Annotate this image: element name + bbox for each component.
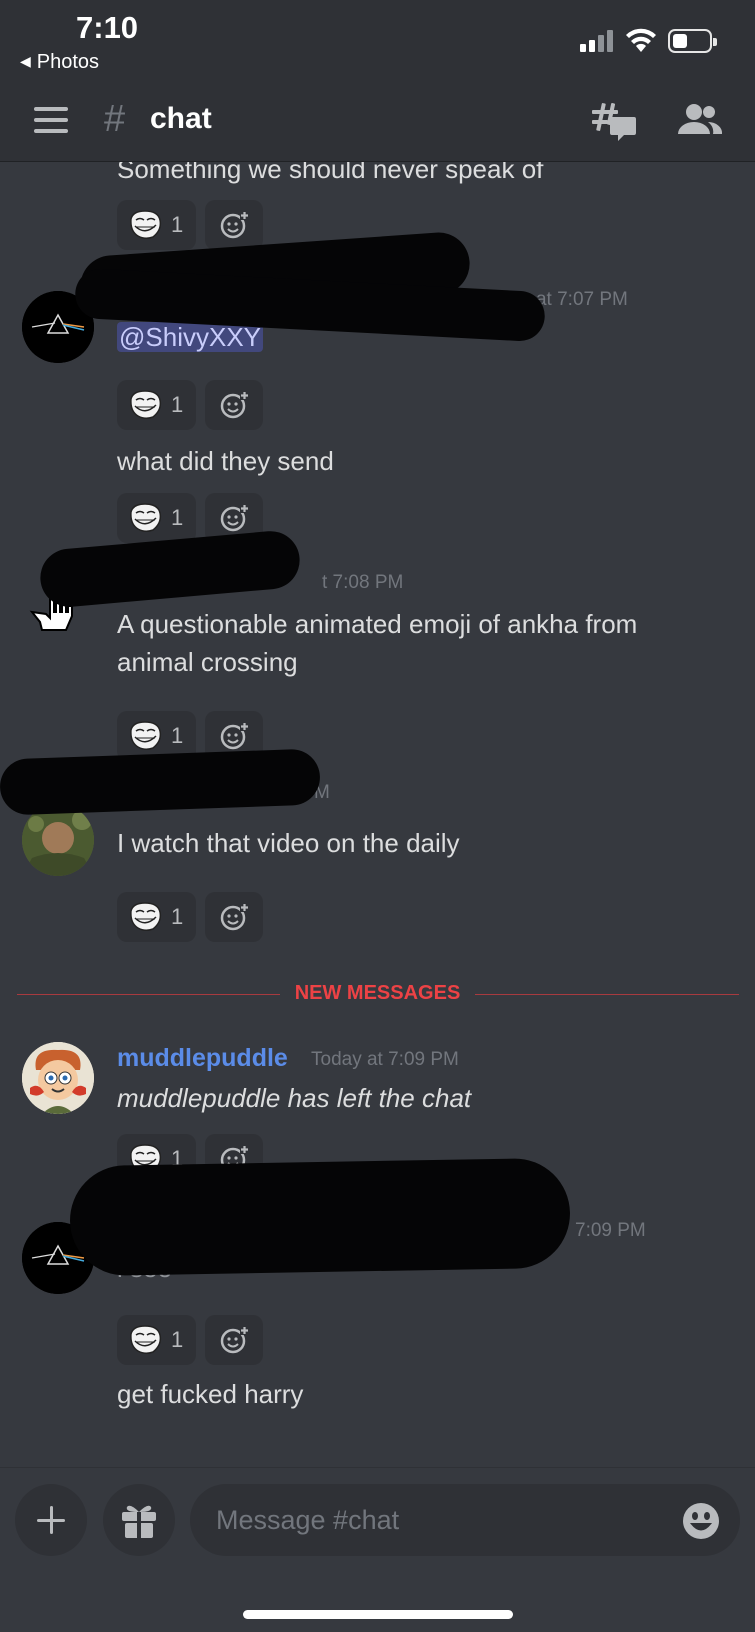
trollface-emoji-icon xyxy=(130,902,162,932)
username[interactable]: muddlepuddle xyxy=(117,1044,288,1073)
message-text: Something we should never speak of xyxy=(117,162,544,184)
message-timestamp: t 7:08 PM xyxy=(322,572,404,593)
reaction-trollface[interactable]: 1 xyxy=(117,200,196,250)
add-reaction-button[interactable] xyxy=(205,380,263,430)
battery-icon xyxy=(668,29,717,53)
trollface-emoji-icon xyxy=(130,503,162,533)
photo-avatar-icon xyxy=(22,804,94,876)
home-indicator[interactable] xyxy=(243,1610,513,1619)
add-reaction-icon xyxy=(220,722,249,750)
gift-icon xyxy=(122,1505,156,1538)
message-composer xyxy=(0,1467,755,1632)
status-time: 7:10 xyxy=(76,10,139,45)
add-reaction-icon xyxy=(220,211,249,239)
trollface-emoji-icon xyxy=(130,390,162,420)
trollface-emoji-icon xyxy=(130,210,162,240)
top-bar: 7:10 ◀ Photos # chat xyxy=(0,0,755,162)
back-to-photos[interactable]: ◀ Photos xyxy=(20,51,99,74)
reaction-count: 1 xyxy=(171,392,184,417)
add-reaction-icon xyxy=(220,1326,249,1354)
trollface-emoji-icon xyxy=(130,1325,162,1355)
channel-hash-icon: # xyxy=(104,98,126,140)
hamburger-menu-icon[interactable] xyxy=(34,107,68,133)
reaction-count: 1 xyxy=(171,505,184,530)
gift-button[interactable] xyxy=(103,1484,175,1556)
left-triangle-icon: ◀ xyxy=(20,53,31,69)
new-messages-label: NEW MESSAGES xyxy=(280,982,475,1005)
members-icon[interactable] xyxy=(678,104,722,136)
user-mention[interactable]: @ShivyXXY xyxy=(117,322,263,352)
redaction-scribble xyxy=(0,748,321,816)
reaction-trollface[interactable]: 1 xyxy=(117,1315,196,1365)
wifi-icon xyxy=(626,28,656,52)
back-label: Photos xyxy=(36,51,100,73)
reaction-trollface[interactable]: 1 xyxy=(117,892,196,942)
system-message-text: muddlepuddle has left the chat xyxy=(117,1083,472,1113)
message-timestamp: 7:09 PM xyxy=(575,1220,646,1241)
reaction-count: 1 xyxy=(171,212,184,237)
add-reaction-button[interactable] xyxy=(205,1315,263,1365)
channel-title[interactable]: chat xyxy=(150,102,212,136)
message-text-line: A questionable animated emoji of ankha f… xyxy=(117,609,638,639)
cartoon-avatar[interactable] xyxy=(22,1042,94,1114)
message-input[interactable] xyxy=(190,1484,740,1556)
cartoon-avatar-icon xyxy=(22,1042,94,1114)
message-text: I watch that video on the daily xyxy=(117,828,460,858)
add-reaction-button[interactable] xyxy=(205,892,263,942)
add-reaction-icon xyxy=(220,903,249,931)
reaction-count: 1 xyxy=(171,1327,184,1352)
redaction-scribble xyxy=(37,528,303,610)
redaction-scribble xyxy=(69,1157,571,1277)
message-list[interactable]: Something we should never speak of 1 Tod… xyxy=(0,162,755,1467)
reaction-trollface[interactable]: 1 xyxy=(117,380,196,430)
add-reaction-icon xyxy=(220,504,249,532)
smiley-icon[interactable] xyxy=(682,1502,720,1540)
add-attachment-button[interactable] xyxy=(15,1484,87,1556)
reaction-trollface[interactable]: 1 xyxy=(117,493,196,543)
message-text: get fucked harry xyxy=(117,1379,304,1409)
reaction-count: 1 xyxy=(171,904,184,929)
add-reaction-icon xyxy=(220,391,249,419)
cellular-signal-icon xyxy=(580,30,616,52)
threads-icon[interactable] xyxy=(592,101,636,141)
add-reaction-button[interactable] xyxy=(205,200,263,250)
photo-avatar[interactable] xyxy=(22,804,94,876)
message-text-line: animal crossing xyxy=(117,647,298,677)
trollface-emoji-icon xyxy=(130,721,162,751)
message-text: what did they send xyxy=(117,446,334,476)
message-timestamp: Today at 7:09 PM xyxy=(311,1049,459,1070)
reaction-count: 1 xyxy=(171,723,184,748)
